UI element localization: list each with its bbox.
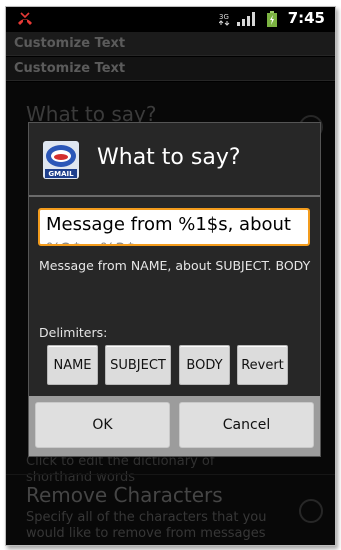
input-overflow-text: %2$s. %3$s [46, 238, 308, 244]
message-template-input[interactable]: Message from %1$s, about %2$s. %3$s [38, 208, 310, 246]
body-delimiter-button[interactable]: BODY [179, 345, 230, 385]
phone-screen: 3G 7:45 Customize Text Customize Text Wh… [5, 6, 336, 546]
delimiters-label: Delimiters: [39, 325, 108, 340]
cancel-button[interactable]: Cancel [179, 402, 314, 448]
3g-icon: 3G [219, 13, 230, 26]
message-preview: Message from NAME, about SUBJECT. BODY [39, 258, 311, 273]
battery-icon [267, 11, 277, 27]
missed-call-icon [18, 12, 32, 25]
gmail-speaker-icon: GMAIL [43, 141, 79, 179]
dialog-title: What to say? [97, 145, 241, 170]
dialog-header: GMAIL What to say? [29, 123, 320, 195]
status-time: 7:45 [287, 9, 325, 27]
divider [29, 195, 320, 197]
name-delimiter-button[interactable]: NAME [47, 345, 98, 385]
dialog-button-bar: OK Cancel [29, 396, 320, 456]
input-text: Message from %1$s, about [46, 214, 291, 235]
subject-delimiter-button[interactable]: SUBJECT [105, 345, 171, 385]
what-to-say-dialog: GMAIL What to say? Message from %1$s, ab… [28, 122, 321, 457]
svg-text:GMAIL: GMAIL [48, 170, 74, 178]
status-bar: 3G 7:45 [6, 7, 335, 31]
revert-button[interactable]: Revert [237, 345, 288, 385]
svg-text:3G: 3G [219, 13, 229, 21]
ok-button[interactable]: OK [35, 402, 170, 448]
signal-icon [237, 12, 255, 26]
